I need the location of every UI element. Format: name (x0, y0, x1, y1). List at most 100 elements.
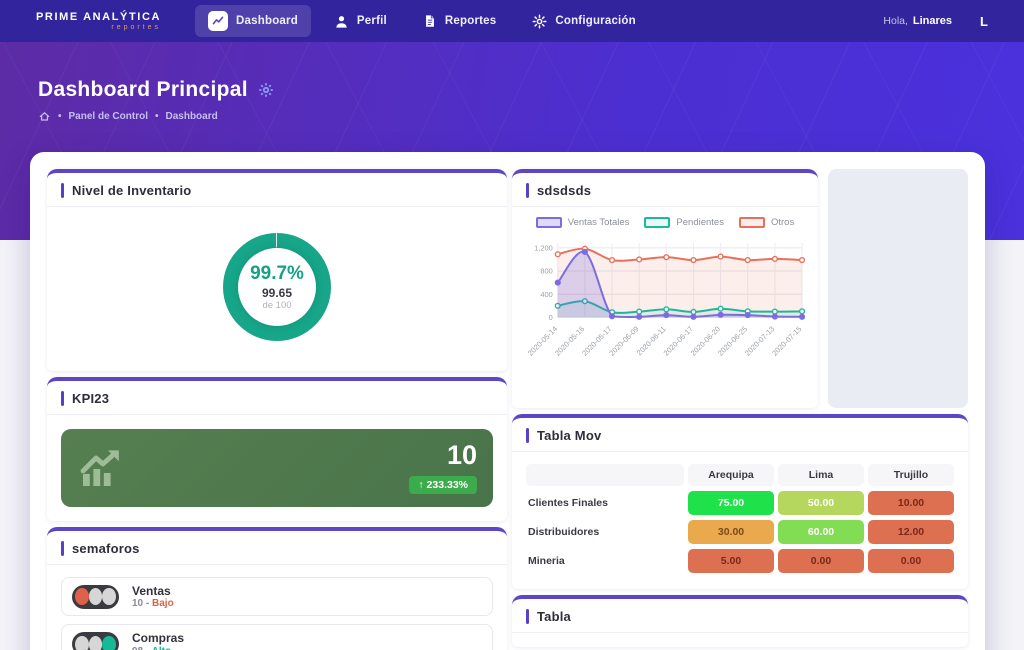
kpi-delta: 233.33% (427, 479, 468, 491)
nav-item-label: Perfil (357, 15, 387, 27)
traffic-light-off-dot (89, 588, 103, 605)
user-avatar[interactable]: L (980, 14, 988, 29)
widget-kpi23: KPI23 10 ↑ 233.33% (47, 377, 507, 521)
semaforo-value: 98 (132, 646, 143, 650)
right-column: sdsdsds Ventas Totales Pendientes Otros 0 4… (512, 169, 968, 650)
nav-item-dashboard[interactable]: Dashboard (195, 5, 311, 37)
semaforo-row-ventas: Ventas10 - Bajo (61, 577, 493, 616)
widget-tabla-mov: Tabla Mov ArequipaLimaTrujilloClientes F… (512, 414, 968, 589)
svg-text:400: 400 (540, 290, 552, 299)
table-corner-header (526, 464, 684, 486)
traffic-light-green-dot (102, 636, 116, 650)
dashboard-icon (208, 11, 228, 31)
left-column: Nivel de Inventario 99.7% 99.65 de 100 K… (47, 169, 507, 650)
nav-item-configuraci-n[interactable]: Configuración (519, 8, 649, 35)
table-value-cell: 5.00 (688, 549, 774, 573)
widget-title: sdsdsds (537, 183, 591, 198)
title-accent-bar (526, 428, 529, 443)
greeting-text: Hola, (883, 15, 908, 27)
widget-nivel-inventario: Nivel de Inventario 99.7% 99.65 de 100 (47, 169, 507, 371)
legend-swatch (739, 217, 765, 228)
breadcrumb-item[interactable]: Panel de Control (69, 111, 148, 122)
home-icon[interactable] (38, 110, 51, 123)
donut-center: 99.7% 99.65 de 100 (238, 248, 316, 326)
brand-logo[interactable]: PRIME ANALÝTICA reportes (36, 11, 161, 31)
widget-title: Tabla (537, 609, 571, 624)
kpi-value: 10 (409, 442, 477, 469)
report-icon (423, 14, 437, 28)
semaforo-name: Compras (132, 631, 184, 645)
widget-title: KPI23 (72, 391, 109, 406)
traffic-light-off-dot (89, 636, 103, 650)
widget-line-chart: sdsdsds Ventas Totales Pendientes Otros 0 4… (512, 169, 818, 408)
table-row-label: Distribuidores (526, 520, 684, 544)
line-chart: 04008001,2002020-05-142020-05-162020-05-… (520, 230, 810, 399)
brand-subtitle: reportes (36, 24, 161, 31)
legend-label: Otros (771, 217, 794, 228)
traffic-light-toggle[interactable] (72, 585, 119, 609)
table-column-header: Trujillo (868, 464, 954, 486)
title-accent-bar (61, 183, 64, 198)
brand-title: PRIME ANALÝTICA (36, 11, 161, 23)
table-row-label: Mineria (526, 549, 684, 573)
title-accent-bar (526, 183, 529, 198)
table-value-cell: 50.00 (778, 491, 864, 515)
gear-icon (532, 14, 547, 29)
table-value-cell: 60.00 (778, 520, 864, 544)
table-value-cell: 75.00 (688, 491, 774, 515)
breadcrumb-separator: • (155, 111, 159, 122)
page-settings-gear-icon[interactable] (258, 82, 274, 98)
traffic-light-off-dot (102, 588, 116, 605)
title-accent-bar (526, 609, 529, 624)
semaforo-name: Ventas (132, 584, 174, 598)
svg-text:0: 0 (549, 313, 553, 322)
semaforo-status: 10 - Bajo (132, 598, 174, 609)
breadcrumb-separator: • (58, 111, 62, 122)
chart-legend: Ventas Totales Pendientes Otros (512, 207, 818, 230)
widget-semaforos: semaforos Ventas10 - BajoCompras98 - Alt… (47, 527, 507, 650)
nav-item-label: Configuración (555, 15, 636, 27)
nav-item-label: Dashboard (236, 15, 298, 27)
table-value-cell: 0.00 (778, 549, 864, 573)
donut-percent: 99.7% (250, 263, 304, 285)
widget-tabla: Tabla (512, 595, 968, 647)
table-value-cell: 12.00 (868, 520, 954, 544)
table-value-cell: 10.00 (868, 491, 954, 515)
widget-title: Nivel de Inventario (72, 183, 191, 198)
username: Linares (913, 15, 952, 27)
table-value-cell: 30.00 (688, 520, 774, 544)
legend-item[interactable]: Pendientes (644, 217, 724, 228)
semaforo-row-compras: Compras98 - Alto (61, 624, 493, 650)
legend-swatch (644, 217, 670, 228)
semaforo-status-label: Alto (152, 646, 171, 650)
main-nav: Dashboard Perfil Reportes Configuración (195, 5, 649, 37)
page-title: Dashboard Principal (38, 78, 248, 102)
traffic-light-off-dot (75, 636, 89, 650)
nav-item-reportes[interactable]: Reportes (410, 8, 509, 34)
nav-item-perfil[interactable]: Perfil (321, 8, 400, 35)
kpi-delta-badge: ↑ 233.33% (409, 476, 477, 494)
navbar-right: Hola, Linares L (883, 14, 988, 29)
kpi-panel: 10 ↑ 233.33% (61, 429, 493, 507)
semaforo-status-label: Bajo (152, 598, 174, 609)
svg-text:2020-07-15: 2020-07-15 (770, 324, 803, 357)
legend-swatch (536, 217, 562, 228)
legend-item[interactable]: Otros (739, 217, 794, 228)
legend-item[interactable]: Ventas Totales (536, 217, 630, 228)
donut-value: 99.65 (262, 286, 292, 300)
arrow-up-icon: ↑ (418, 479, 423, 491)
semaforo-value: 10 (132, 598, 143, 609)
main-content-card: Nivel de Inventario 99.7% 99.65 de 100 K… (30, 152, 985, 650)
table-row-label: Clientes Finales (526, 491, 684, 515)
breadcrumb-item[interactable]: Dashboard (165, 111, 217, 122)
widget-title: Tabla Mov (537, 428, 601, 443)
trending-up-chart-icon (77, 446, 125, 490)
empty-gray-panel (828, 169, 968, 408)
table-value-cell: 0.00 (868, 549, 954, 573)
heatmap-table: ArequipaLimaTrujilloClientes Finales75.0… (526, 464, 954, 573)
donut-caption: de 100 (262, 300, 291, 311)
top-navbar: PRIME ANALÝTICA reportes Dashboard Perfil… (0, 0, 1024, 42)
table-column-header: Arequipa (688, 464, 774, 486)
traffic-light-toggle[interactable] (72, 632, 119, 650)
person-icon (334, 14, 349, 29)
